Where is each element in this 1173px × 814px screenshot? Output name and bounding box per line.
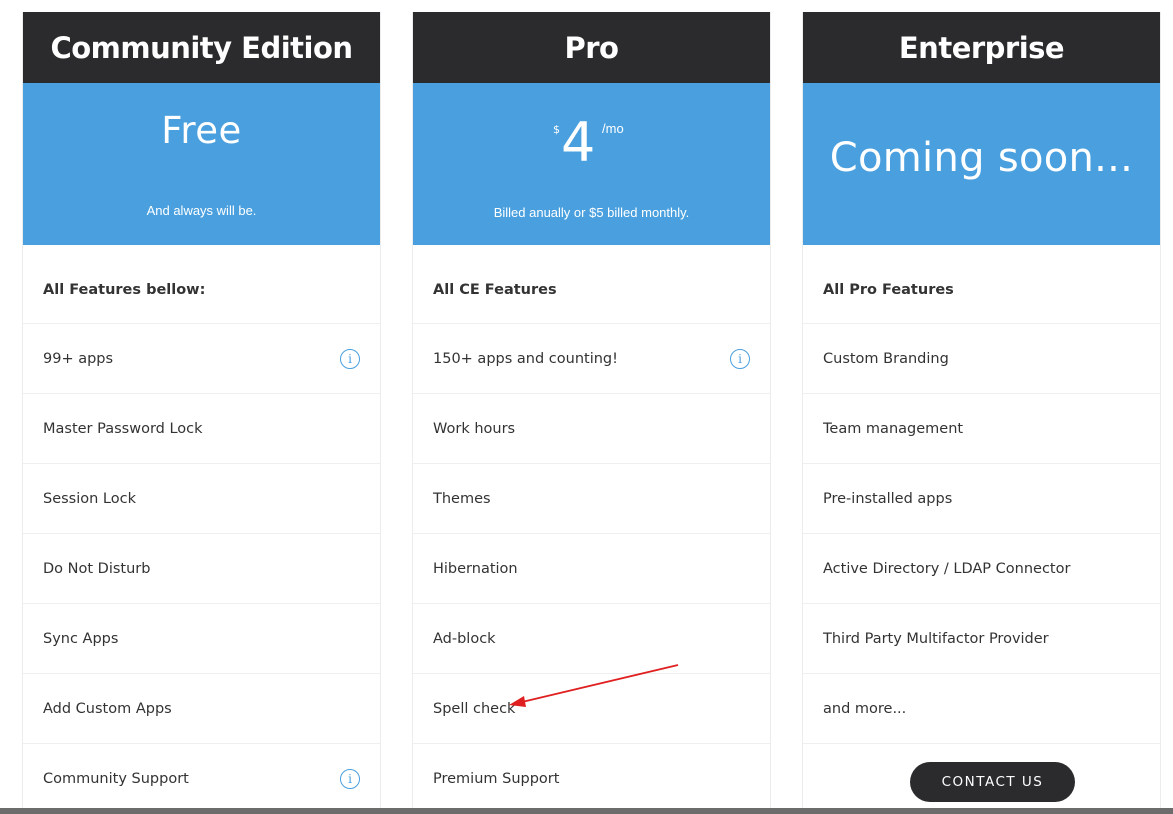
feature-label: Master Password Lock	[43, 420, 203, 437]
feature-item: Premium Support	[413, 744, 770, 814]
plan-title: Pro	[413, 12, 770, 83]
feature-label: Sync Apps	[43, 630, 119, 647]
feature-label: Do Not Disturb	[43, 560, 151, 577]
contact-us-button[interactable]: CONTACT US	[910, 762, 1075, 802]
feature-item: Work hours	[413, 394, 770, 464]
feature-label: Team management	[823, 420, 964, 437]
feature-heading: All Pro Features	[803, 245, 1160, 324]
feature-label: and more...	[823, 700, 907, 717]
feature-label: Community Support	[43, 770, 189, 787]
plan-title: Enterprise	[803, 12, 1160, 83]
feature-label: Active Directory / LDAP Connector	[823, 560, 1071, 577]
info-icon[interactable]: i	[730, 348, 750, 369]
info-icon[interactable]: i	[340, 348, 360, 369]
cta-row: CONTACT US	[803, 744, 1160, 814]
feature-label: Premium Support	[433, 770, 560, 787]
feature-item: Do Not Disturb	[23, 534, 380, 604]
feature-item: Active Directory / LDAP Connector	[803, 534, 1160, 604]
feature-item: Third Party Multifactor Provider	[803, 604, 1160, 674]
feature-item: Community Support i	[23, 744, 380, 814]
plan-card-community: Community Edition Free And always will b…	[22, 12, 381, 814]
feature-item: 150+ apps and counting! i	[413, 324, 770, 394]
feature-label: Add Custom Apps	[43, 700, 172, 717]
feature-item: Ad-block	[413, 604, 770, 674]
feature-label: Spell check	[433, 700, 516, 717]
feature-item: Master Password Lock	[23, 394, 380, 464]
feature-item: Themes	[413, 464, 770, 534]
price-currency: $	[553, 123, 560, 136]
feature-heading: All Features bellow:	[23, 245, 380, 324]
info-icon[interactable]: i	[340, 768, 360, 789]
feature-label: Pre-installed apps	[823, 490, 953, 507]
plan-price: $ 4 /mo	[413, 113, 770, 173]
feature-item: and more...	[803, 674, 1160, 744]
plan-card-enterprise: Enterprise Coming soon... All Pro Featur…	[802, 12, 1161, 814]
feature-label: 99+ apps	[43, 350, 114, 367]
feature-item: Spell check	[413, 674, 770, 744]
feature-label: Ad-block	[433, 630, 496, 647]
plan-title: Community Edition	[23, 12, 380, 83]
feature-label: Hibernation	[433, 560, 518, 577]
plan-price-note: And always will be.	[146, 203, 257, 218]
plan-price-panel: $ 4 /mo Billed anually or $5 billed mont…	[413, 83, 770, 245]
feature-item: Custom Branding	[803, 324, 1160, 394]
feature-item: Team management	[803, 394, 1160, 464]
plan-price-panel: Coming soon...	[803, 83, 1160, 245]
plan-price-note: Billed anually or $5 billed monthly.	[493, 205, 690, 220]
feature-label: Themes	[433, 490, 491, 507]
plan-price: Free	[161, 109, 242, 152]
feature-label: Session Lock	[43, 490, 136, 507]
pricing-page: Community Edition Free And always will b…	[0, 0, 1173, 814]
feature-item: Add Custom Apps	[23, 674, 380, 744]
feature-heading: All CE Features	[413, 245, 770, 324]
feature-item: Session Lock	[23, 464, 380, 534]
price-period: /mo	[602, 121, 624, 136]
feature-label: Custom Branding	[823, 350, 949, 367]
price-amount: 4	[561, 111, 596, 174]
feature-item: Sync Apps	[23, 604, 380, 674]
plan-price: Coming soon...	[829, 135, 1134, 181]
plan-card-pro: Pro $ 4 /mo Billed anually or $5 billed …	[412, 12, 771, 814]
feature-item: Pre-installed apps	[803, 464, 1160, 534]
feature-item: 99+ apps i	[23, 324, 380, 394]
feature-label: Third Party Multifactor Provider	[823, 630, 1049, 647]
plan-price-panel: Free And always will be.	[23, 83, 380, 245]
bottom-scrollbar[interactable]	[0, 808, 1173, 814]
feature-item: Hibernation	[413, 534, 770, 604]
feature-label: Work hours	[433, 420, 516, 437]
feature-label: 150+ apps and counting!	[433, 350, 618, 367]
